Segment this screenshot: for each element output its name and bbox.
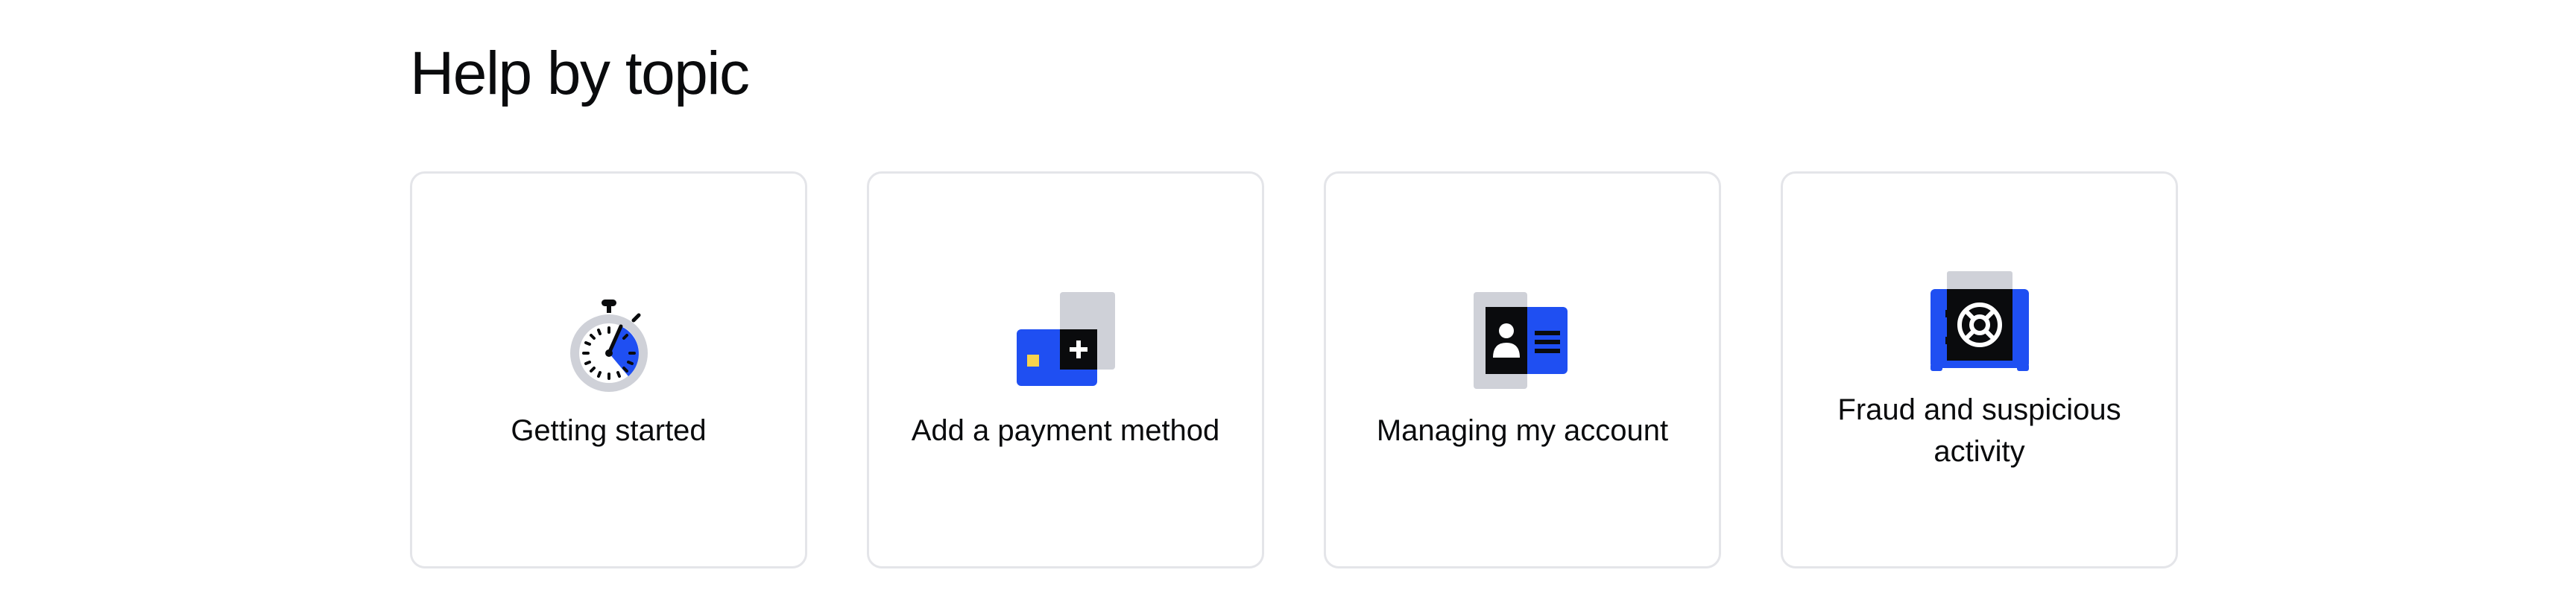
- stopwatch-icon: [569, 299, 648, 392]
- section-title: Help by topic: [410, 39, 750, 107]
- topic-label: Fraud and suspicious activity: [1837, 393, 2121, 468]
- id-card-icon: [1473, 291, 1568, 389]
- topic-card-managing-account[interactable]: Managing my account: [1324, 171, 1721, 568]
- topic-grid: Getting started Add a payment method Man…: [410, 171, 2178, 568]
- topic-card-fraud-suspicious-activity[interactable]: Fraud and suspicious activity: [1781, 171, 2178, 568]
- safe-lifebuoy-icon: [1930, 270, 2029, 371]
- credit-card-add-icon: [1016, 291, 1115, 386]
- topic-label: Managing my account: [1376, 414, 1669, 447]
- topic-card-add-payment-method[interactable]: Add a payment method: [867, 171, 1264, 568]
- topic-label: Add a payment method: [911, 414, 1220, 447]
- topic-card-getting-started[interactable]: Getting started: [410, 171, 807, 568]
- topic-label: Getting started: [511, 414, 707, 447]
